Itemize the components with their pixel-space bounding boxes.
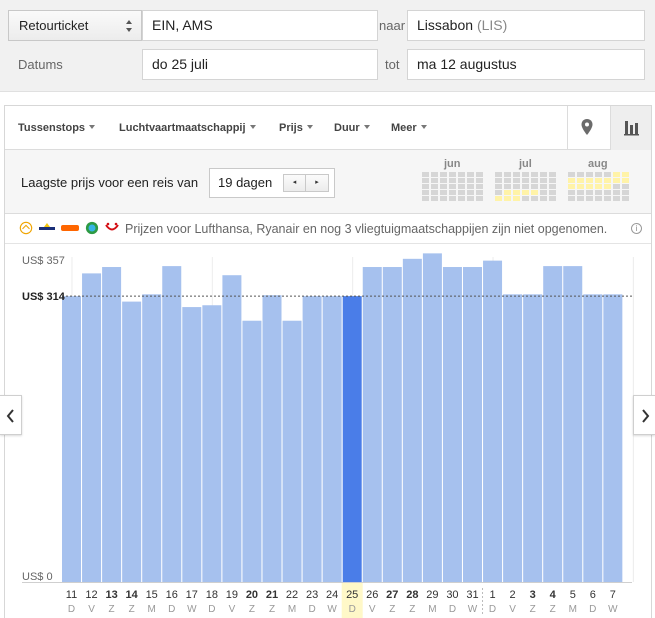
x-tick-label: 15 xyxy=(146,589,158,601)
weekday-label: M xyxy=(569,604,577,615)
chart-prev-button[interactable] xyxy=(0,395,22,435)
price-bar[interactable] xyxy=(422,253,442,582)
x-tick-label: 28 xyxy=(406,589,418,601)
price-bar[interactable] xyxy=(222,275,242,582)
x-tick-label: 16 xyxy=(166,589,178,601)
x-tick-label: 12 xyxy=(85,589,97,601)
weekday-label: V xyxy=(369,604,376,615)
x-tick-label: 11 xyxy=(66,589,77,601)
y-tick-label: US$ 314 xyxy=(22,291,66,303)
weekday-label: D xyxy=(349,604,356,615)
x-tick-label: 29 xyxy=(426,589,438,601)
price-bar[interactable] xyxy=(122,301,142,582)
price-bar[interactable] xyxy=(282,320,302,582)
x-tick-label: 19 xyxy=(226,589,238,601)
x-tick-label: 17 xyxy=(186,589,198,601)
weekday-label: V xyxy=(88,604,95,615)
price-bar[interactable] xyxy=(302,296,322,582)
price-bar[interactable] xyxy=(442,267,462,582)
weekday-label: W xyxy=(327,604,337,615)
x-tick-label: 7 xyxy=(610,589,616,601)
price-bar[interactable] xyxy=(603,294,623,582)
chart-next-button[interactable] xyxy=(633,395,655,435)
price-bar[interactable] xyxy=(583,294,603,582)
weekday-label: Z xyxy=(530,604,536,615)
price-bar[interactable] xyxy=(382,267,402,582)
price-bar[interactable] xyxy=(102,267,122,582)
x-tick-label: 22 xyxy=(286,589,298,601)
x-tick-label: 24 xyxy=(326,589,338,601)
x-tick-label: 27 xyxy=(386,589,398,601)
weekday-label: D xyxy=(449,604,456,615)
weekday-label: D xyxy=(208,604,215,615)
x-tick-label: 25 xyxy=(346,589,358,601)
weekday-label: Z xyxy=(389,604,395,615)
weekday-label: Z xyxy=(249,604,255,615)
price-bar[interactable] xyxy=(162,266,182,582)
price-bar[interactable] xyxy=(362,267,382,582)
price-bar[interactable] xyxy=(322,296,342,582)
weekday-label: W xyxy=(608,604,618,615)
x-tick-label: 20 xyxy=(246,589,258,601)
x-tick-label: 14 xyxy=(126,589,139,601)
x-tick-label: 3 xyxy=(530,589,536,601)
weekday-label: D xyxy=(489,604,496,615)
price-bar[interactable] xyxy=(563,266,583,582)
weekday-label: W xyxy=(187,604,197,615)
weekday-label: V xyxy=(229,604,236,615)
chevron-right-icon xyxy=(642,409,650,423)
weekday-label: M xyxy=(148,604,156,615)
price-bar[interactable] xyxy=(402,258,422,582)
weekday-label: D xyxy=(308,604,315,615)
price-bar[interactable] xyxy=(142,294,162,582)
weekday-label: D xyxy=(589,604,596,615)
price-bar[interactable] xyxy=(463,267,482,582)
y-tick-label: US$ 0 xyxy=(22,571,53,583)
price-bar[interactable] xyxy=(523,294,543,582)
x-tick-label: 30 xyxy=(446,589,458,601)
weekday-label: D xyxy=(168,604,175,615)
weekday-label: Z xyxy=(109,604,115,615)
price-bar[interactable] xyxy=(182,307,202,582)
price-bar[interactable] xyxy=(503,294,523,582)
price-bar[interactable] xyxy=(543,266,563,582)
x-tick-label: 4 xyxy=(550,589,557,601)
weekday-label: Z xyxy=(550,604,556,615)
price-bar[interactable] xyxy=(342,296,362,582)
weekday-label: M xyxy=(428,604,436,615)
weekday-label: Z xyxy=(409,604,415,615)
price-bar[interactable] xyxy=(262,295,282,582)
price-chart: US$ 357US$ 314US$ 011D12V13Z14Z15M16D17W… xyxy=(22,253,634,618)
x-tick-label: 23 xyxy=(306,589,318,601)
y-tick-label: US$ 357 xyxy=(22,255,65,267)
x-tick-label: 5 xyxy=(570,589,576,601)
x-tick-label: 1 xyxy=(489,589,495,601)
chevron-left-icon xyxy=(6,409,14,423)
price-bar[interactable] xyxy=(202,305,222,582)
x-tick-label: 6 xyxy=(590,589,596,601)
price-bar[interactable] xyxy=(62,296,81,582)
price-bar[interactable] xyxy=(82,273,102,582)
x-tick-label: 13 xyxy=(105,589,117,601)
x-tick-label: 2 xyxy=(510,589,516,601)
x-tick-label: 26 xyxy=(366,589,378,601)
x-tick-label: 21 xyxy=(266,589,278,601)
x-tick-label: 31 xyxy=(466,589,478,601)
price-bar[interactable] xyxy=(242,320,262,582)
weekday-label: D xyxy=(68,604,75,615)
weekday-label: V xyxy=(509,604,516,615)
weekday-label: Z xyxy=(129,604,135,615)
weekday-label: Z xyxy=(269,604,275,615)
weekday-label: M xyxy=(288,604,296,615)
price-bar[interactable] xyxy=(483,260,503,582)
x-tick-label: 18 xyxy=(206,589,218,601)
weekday-label: W xyxy=(468,604,478,615)
